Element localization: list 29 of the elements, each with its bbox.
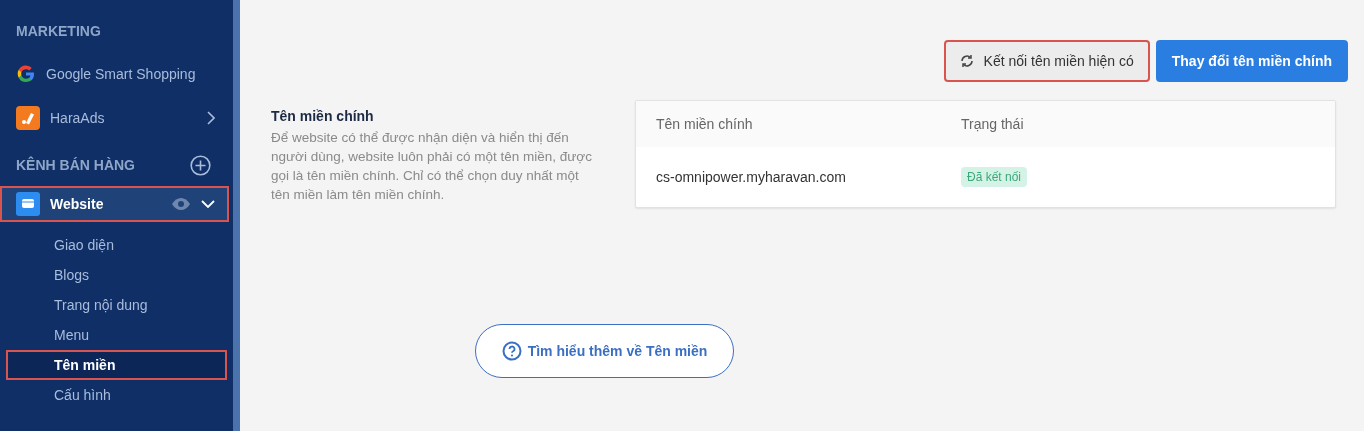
section-title: Tên miền chính xyxy=(271,108,375,124)
eye-icon[interactable] xyxy=(171,197,191,211)
column-header: Tên miền chính xyxy=(656,116,754,132)
section-heading: KÊNH BÁN HÀNG xyxy=(16,157,135,173)
help-icon xyxy=(501,341,522,361)
column-header: Trạng thái xyxy=(961,116,1025,132)
google-icon xyxy=(16,64,36,84)
chevron-right-icon xyxy=(207,111,215,125)
chevron-down-icon xyxy=(201,200,215,208)
store-icon xyxy=(16,192,40,216)
section-heading: MARKETING xyxy=(16,23,101,39)
change-domain-button[interactable]: Thay đổi tên miền chính xyxy=(1155,40,1348,82)
add-icon[interactable] xyxy=(190,154,211,176)
sidebar-subitem[interactable]: Giao diện xyxy=(6,230,227,260)
sidebar-subitem[interactable]: Trang nội dung xyxy=(6,290,227,320)
sidebar-subitem[interactable]: Cấu hình xyxy=(6,380,227,410)
status-badge: Đã kết nối xyxy=(961,167,1028,187)
refresh-icon xyxy=(959,54,974,68)
section-description: Để website có thể được nhận diện và hiển thị đến người dùng, website luôn phải có một tên miền, được gọi là tên miền chính. Chỉ có thể chọn duy nhất một tên miền làm tên miền chính. xyxy=(271,129,593,204)
sidebar-subitem[interactable]: Blogs xyxy=(6,260,227,290)
sidebar-item[interactable]: Google Smart Shopping xyxy=(0,52,229,96)
app-icon xyxy=(16,106,40,130)
table-cell-text: cs-omnipower.myharavan.com xyxy=(656,169,847,185)
sidebar-subitem[interactable]: Menu xyxy=(6,320,227,350)
connect-domain-button[interactable]: Kết nối tên miền hiện có xyxy=(943,40,1150,82)
sidebar-subitem[interactable]: Tên miền xyxy=(6,350,227,380)
sidebar-item[interactable]: HaraAds xyxy=(0,96,229,140)
help-link-button[interactable]: Tìm hiểu thêm về Tên miền xyxy=(474,324,735,378)
sidebar-item[interactable]: Website xyxy=(0,186,229,222)
